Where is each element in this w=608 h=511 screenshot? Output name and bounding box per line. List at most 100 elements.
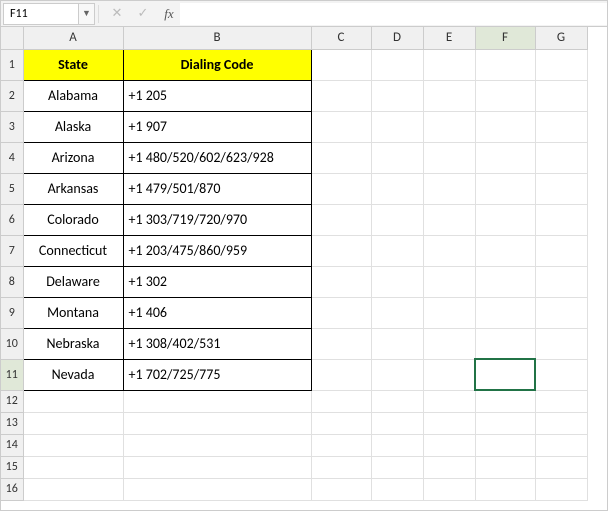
row-header-2[interactable]: 2 bbox=[1, 80, 23, 111]
cell-G2[interactable] bbox=[535, 80, 587, 111]
cell-E11[interactable] bbox=[423, 359, 475, 390]
cell-F16[interactable] bbox=[475, 478, 535, 500]
cell-A3[interactable]: Alaska bbox=[23, 111, 123, 142]
formula-input[interactable] bbox=[180, 3, 607, 25]
cell-C1[interactable] bbox=[311, 49, 371, 80]
cell-G7[interactable] bbox=[535, 235, 587, 266]
cell-E6[interactable] bbox=[423, 204, 475, 235]
cell-G12[interactable] bbox=[535, 390, 587, 412]
cell-E9[interactable] bbox=[423, 297, 475, 328]
cell-G11[interactable] bbox=[535, 359, 587, 390]
cell-F12[interactable] bbox=[475, 390, 535, 412]
cell-F11[interactable] bbox=[475, 359, 535, 390]
cell-A10[interactable]: Nebraska bbox=[23, 328, 123, 359]
cell-D7[interactable] bbox=[371, 235, 423, 266]
cell-F2[interactable] bbox=[475, 80, 535, 111]
name-box-dropdown[interactable]: ▼ bbox=[79, 3, 95, 25]
cell-A5[interactable]: Arkansas bbox=[23, 173, 123, 204]
cell-D15[interactable] bbox=[371, 456, 423, 478]
cell-B3[interactable]: +1 907 bbox=[123, 111, 311, 142]
enter-button[interactable]: ✓ bbox=[132, 3, 154, 25]
cell-A13[interactable] bbox=[23, 412, 123, 434]
cell-D10[interactable] bbox=[371, 328, 423, 359]
cell-G9[interactable] bbox=[535, 297, 587, 328]
cell-F1[interactable] bbox=[475, 49, 535, 80]
column-header-F[interactable]: F bbox=[475, 27, 535, 49]
cell-G10[interactable] bbox=[535, 328, 587, 359]
cell-C5[interactable] bbox=[311, 173, 371, 204]
cell-A16[interactable] bbox=[23, 478, 123, 500]
cell-B9[interactable]: +1 406 bbox=[123, 297, 311, 328]
column-header-E[interactable]: E bbox=[423, 27, 475, 49]
row-header-15[interactable]: 15 bbox=[1, 456, 23, 478]
cell-A7[interactable]: Connecticut bbox=[23, 235, 123, 266]
cell-F4[interactable] bbox=[475, 142, 535, 173]
row-header-4[interactable]: 4 bbox=[1, 142, 23, 173]
cell-B15[interactable] bbox=[123, 456, 311, 478]
row-header-8[interactable]: 8 bbox=[1, 266, 23, 297]
row-header-7[interactable]: 7 bbox=[1, 235, 23, 266]
cell-B11[interactable]: +1 702/725/775 bbox=[123, 359, 311, 390]
row-header-5[interactable]: 5 bbox=[1, 173, 23, 204]
insert-function-button[interactable]: fx bbox=[158, 3, 180, 25]
cell-C6[interactable] bbox=[311, 204, 371, 235]
cell-E10[interactable] bbox=[423, 328, 475, 359]
cell-C7[interactable] bbox=[311, 235, 371, 266]
cell-B10[interactable]: +1 308/402/531 bbox=[123, 328, 311, 359]
cell-A6[interactable]: Colorado bbox=[23, 204, 123, 235]
cell-B6[interactable]: +1 303/719/720/970 bbox=[123, 204, 311, 235]
cell-D1[interactable] bbox=[371, 49, 423, 80]
cell-E12[interactable] bbox=[423, 390, 475, 412]
cell-F8[interactable] bbox=[475, 266, 535, 297]
cell-F10[interactable] bbox=[475, 328, 535, 359]
cell-D3[interactable] bbox=[371, 111, 423, 142]
cell-D9[interactable] bbox=[371, 297, 423, 328]
cell-D14[interactable] bbox=[371, 434, 423, 456]
cell-B12[interactable] bbox=[123, 390, 311, 412]
cell-G13[interactable] bbox=[535, 412, 587, 434]
row-header-6[interactable]: 6 bbox=[1, 204, 23, 235]
column-header-B[interactable]: B bbox=[123, 27, 311, 49]
cell-D2[interactable] bbox=[371, 80, 423, 111]
cell-C8[interactable] bbox=[311, 266, 371, 297]
cell-C9[interactable] bbox=[311, 297, 371, 328]
cell-A2[interactable]: Alabama bbox=[23, 80, 123, 111]
cell-E7[interactable] bbox=[423, 235, 475, 266]
cell-A9[interactable]: Montana bbox=[23, 297, 123, 328]
cell-F5[interactable] bbox=[475, 173, 535, 204]
cell-D12[interactable] bbox=[371, 390, 423, 412]
cell-B2[interactable]: +1 205 bbox=[123, 80, 311, 111]
row-header-11[interactable]: 11 bbox=[1, 359, 23, 390]
cell-F14[interactable] bbox=[475, 434, 535, 456]
cell-G16[interactable] bbox=[535, 478, 587, 500]
cell-D16[interactable] bbox=[371, 478, 423, 500]
row-header-3[interactable]: 3 bbox=[1, 111, 23, 142]
cell-E14[interactable] bbox=[423, 434, 475, 456]
cell-B4[interactable]: +1 480/520/602/623/928 bbox=[123, 142, 311, 173]
select-all-corner[interactable] bbox=[1, 27, 23, 49]
cell-G6[interactable] bbox=[535, 204, 587, 235]
row-header-10[interactable]: 10 bbox=[1, 328, 23, 359]
row-header-9[interactable]: 9 bbox=[1, 297, 23, 328]
cell-G5[interactable] bbox=[535, 173, 587, 204]
cell-G8[interactable] bbox=[535, 266, 587, 297]
cell-C11[interactable] bbox=[311, 359, 371, 390]
cell-G14[interactable] bbox=[535, 434, 587, 456]
cell-B5[interactable]: +1 479/501/870 bbox=[123, 173, 311, 204]
row-header-1[interactable]: 1 bbox=[1, 49, 23, 80]
cell-C2[interactable] bbox=[311, 80, 371, 111]
cell-G15[interactable] bbox=[535, 456, 587, 478]
cell-E1[interactable] bbox=[423, 49, 475, 80]
cell-C4[interactable] bbox=[311, 142, 371, 173]
cell-B16[interactable] bbox=[123, 478, 311, 500]
cell-E15[interactable] bbox=[423, 456, 475, 478]
cell-E2[interactable] bbox=[423, 80, 475, 111]
cell-E5[interactable] bbox=[423, 173, 475, 204]
cell-B1[interactable]: Dialing Code bbox=[123, 49, 311, 80]
cell-A11[interactable]: Nevada bbox=[23, 359, 123, 390]
cell-F3[interactable] bbox=[475, 111, 535, 142]
cell-C15[interactable] bbox=[311, 456, 371, 478]
cell-B14[interactable] bbox=[123, 434, 311, 456]
cell-A1[interactable]: State bbox=[23, 49, 123, 80]
cell-A15[interactable] bbox=[23, 456, 123, 478]
